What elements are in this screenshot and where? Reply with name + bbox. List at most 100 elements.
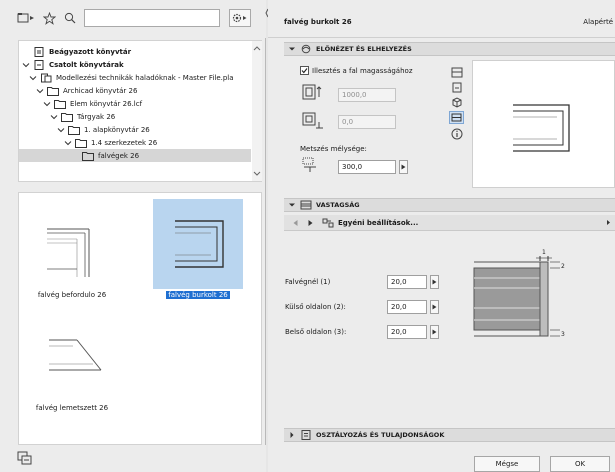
tree-item-archicad-library[interactable]: Archicad könyvtár 26 bbox=[19, 84, 251, 97]
tree-item-label: Elem könyvtár 26.lcf bbox=[70, 99, 143, 108]
wall-end-thickness-stepper[interactable] bbox=[430, 275, 439, 289]
scroll-up-icon[interactable] bbox=[252, 44, 262, 52]
fit-to-wall-height-checkbox-row[interactable]: Illesztés a fal magasságához bbox=[300, 66, 413, 75]
folder-icon bbox=[47, 86, 59, 96]
outer-side-thickness-stepper[interactable] bbox=[430, 300, 439, 314]
cut-depth-field[interactable]: 300,0 bbox=[338, 160, 396, 174]
library-view-toggle-button[interactable] bbox=[16, 9, 38, 27]
preview-positioning-section-header[interactable]: ELŐNÉZET ÉS ELHELYEZÉS bbox=[284, 42, 615, 56]
folder-icon bbox=[82, 151, 94, 161]
library-search-input[interactable] bbox=[84, 9, 220, 27]
thickness-section-header[interactable]: VASTAGSÁG bbox=[284, 198, 615, 212]
default-settings-link[interactable]: Alapérté bbox=[583, 18, 613, 26]
preview-icon bbox=[301, 44, 311, 54]
checkbox-label: Illesztés a fal magasságához bbox=[312, 66, 413, 75]
search-button[interactable] bbox=[59, 9, 81, 27]
tree-item-base-library[interactable]: 1. alapkönyvtár 26 bbox=[19, 123, 251, 136]
classification-section-header[interactable]: OSZTÁLYOZÁS ÉS TULAJDONSÁGOK bbox=[284, 428, 615, 442]
tree-scrollbar[interactable] bbox=[252, 41, 262, 181]
scroll-down-icon[interactable] bbox=[252, 170, 262, 178]
library-manager-button[interactable] bbox=[16, 450, 34, 466]
pla-file-icon bbox=[41, 73, 52, 82]
favorites-button[interactable] bbox=[38, 9, 60, 27]
library-object-wall-end-clad[interactable]: falvég burkolt 26 bbox=[153, 199, 243, 299]
cancel-button[interactable]: Mégse bbox=[474, 456, 540, 472]
chevron-down-icon[interactable] bbox=[57, 126, 65, 134]
library-object-grid: falvég befordulo 26 falvég burkolt 26 fa… bbox=[18, 192, 262, 445]
tree-item-label: Tárgyak 26 bbox=[77, 112, 116, 121]
embedded-library-icon bbox=[34, 46, 44, 57]
tree-item-label: Beágyazott könyvtár bbox=[49, 47, 132, 56]
tree-item-label: 1. alapkönyvtár 26 bbox=[84, 125, 150, 134]
chevron-down-icon bbox=[289, 203, 295, 207]
tree-item-structures[interactable]: 1.4 szerkezetek 26 bbox=[19, 136, 251, 149]
3d-view-icon[interactable] bbox=[451, 97, 463, 108]
thickness-icon bbox=[300, 200, 312, 210]
thickness-diagram: 1 2 3 bbox=[473, 249, 565, 338]
elevation-icon bbox=[302, 112, 323, 129]
section-title: OSZTÁLYOZÁS ÉS TULAJDONSÁGOK bbox=[316, 431, 445, 439]
expand-right-icon[interactable] bbox=[606, 219, 611, 226]
next-icon[interactable] bbox=[307, 219, 314, 227]
linked-library-icon bbox=[34, 59, 44, 70]
folder-icon bbox=[54, 99, 66, 109]
custom-settings-icon bbox=[322, 218, 334, 227]
ok-button[interactable]: OK bbox=[550, 456, 610, 472]
tree-item-embedded-library[interactable]: Beágyazott könyvtár bbox=[19, 45, 251, 58]
play-icon bbox=[432, 329, 437, 335]
section-view-icon[interactable] bbox=[451, 82, 463, 93]
chevron-right-icon bbox=[290, 432, 294, 438]
height-field[interactable]: 1000,0 bbox=[338, 88, 396, 102]
tree-item-linked-libraries[interactable]: Csatolt könyvtárak bbox=[19, 58, 251, 71]
folder-icon bbox=[68, 125, 80, 135]
cut-depth-label: Metszés mélysége: bbox=[300, 145, 367, 153]
tree-item-label: Modellezési technikák haladóknak - Maste… bbox=[56, 73, 234, 82]
tree-item-objects[interactable]: Tárgyak 26 bbox=[19, 110, 251, 123]
chevron-down-icon[interactable] bbox=[22, 61, 30, 69]
tree-item-label: falvégek 26 bbox=[98, 151, 140, 160]
tree-item-element-library[interactable]: Elem könyvtár 26.lcf bbox=[19, 97, 251, 110]
inner-side-thickness-stepper[interactable] bbox=[430, 325, 439, 339]
info-icon[interactable] bbox=[451, 128, 463, 140]
cut-depth-icon bbox=[302, 157, 316, 172]
wall-end-thickness-field[interactable]: 20,0 bbox=[387, 275, 427, 289]
previous-icon[interactable] bbox=[292, 219, 299, 227]
chevron-down-icon[interactable] bbox=[29, 74, 37, 82]
section-title: VASTAGSÁG bbox=[316, 201, 360, 209]
tree-item-master-file[interactable]: Modellezési technikák haladóknak - Maste… bbox=[19, 71, 251, 84]
gear-icon bbox=[232, 13, 247, 23]
diagram-label-3: 3 bbox=[561, 331, 565, 338]
library-object-wall-end-cut[interactable]: falvég lemetszett 26 bbox=[27, 312, 117, 412]
floor-plan-view-icon[interactable] bbox=[451, 67, 463, 78]
inner-side-thickness-label: Belső oldalon (3): bbox=[285, 328, 347, 336]
chevron-down-icon[interactable] bbox=[64, 139, 72, 147]
library-toolbar bbox=[0, 0, 266, 38]
custom-settings-label[interactable]: Egyéni beállítások... bbox=[338, 219, 418, 227]
elevation-field[interactable]: 0,0 bbox=[338, 115, 396, 129]
play-icon bbox=[432, 279, 437, 285]
inner-side-thickness-field[interactable]: 20,0 bbox=[387, 325, 427, 339]
cut-depth-stepper[interactable] bbox=[399, 160, 408, 174]
chevron-down-icon[interactable] bbox=[36, 87, 44, 95]
library-settings-button[interactable] bbox=[229, 9, 251, 27]
wall-end-thickness-label: Falvégnél (1) bbox=[285, 278, 331, 286]
library-tree: Beágyazott könyvtár Csatolt könyvtárak M… bbox=[18, 40, 262, 182]
outer-side-thickness-field[interactable]: 20,0 bbox=[387, 300, 427, 314]
thickness-nav-bar: Egyéni beállítások... bbox=[284, 215, 615, 231]
diagram-label-2: 2 bbox=[561, 263, 565, 270]
section-title: ELŐNÉZET ÉS ELHELYEZÉS bbox=[316, 45, 412, 53]
fit-to-wall-height-checkbox[interactable] bbox=[300, 66, 309, 75]
folder-view-icon bbox=[17, 13, 34, 23]
library-object-wall-end-return[interactable]: falvég befordulo 26 bbox=[27, 199, 117, 299]
chevron-down-icon[interactable] bbox=[43, 100, 51, 108]
tree-item-label: Csatolt könyvtárak bbox=[49, 60, 124, 69]
folder-icon bbox=[61, 112, 73, 122]
plan-symbol-view-button[interactable] bbox=[449, 111, 464, 124]
object-preview-window bbox=[472, 60, 615, 188]
object-name: falvég burkolt 26 bbox=[284, 18, 352, 26]
library-object-caption: falvég burkolt 26 bbox=[166, 291, 230, 299]
chevron-down-icon[interactable] bbox=[50, 113, 58, 121]
tree-item-label: 1.4 szerkezetek 26 bbox=[91, 138, 158, 147]
object-settings-panel: falvég burkolt 26 Alapérté ELŐNÉZET ÉS E… bbox=[268, 0, 615, 472]
tree-item-wall-ends[interactable]: falvégek 26 bbox=[19, 149, 251, 162]
